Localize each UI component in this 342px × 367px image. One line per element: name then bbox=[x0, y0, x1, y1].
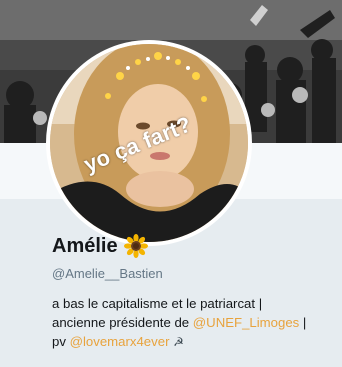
bio-line-2: ancienne présidente de @UNEF_Limoges | bbox=[52, 313, 337, 332]
avatar[interactable]: yo ça fart? bbox=[46, 40, 260, 246]
bio-line-3-text: pv bbox=[52, 334, 70, 349]
profile-name: Amélie bbox=[52, 234, 118, 257]
name-row: Amélie bbox=[52, 234, 148, 258]
profile-handle[interactable]: @Amelie__Bastien bbox=[52, 266, 163, 281]
bio-line-2-text: ancienne présidente de bbox=[52, 315, 193, 330]
bio-line-2-suffix: | bbox=[299, 315, 307, 330]
mention-link-lovemarx[interactable]: @lovemarx4ever bbox=[70, 334, 170, 349]
profile-card: yo ça fart? Amélie @Amelie__Bastien a ba… bbox=[0, 0, 342, 367]
bio-line-3: pv @lovemarx4ever ☭ bbox=[52, 332, 337, 352]
hammer-sickle-icon: ☭ bbox=[173, 335, 184, 349]
profile-bio: a bas le capitalisme et le patriarcat | … bbox=[52, 294, 337, 352]
sunflower-icon bbox=[123, 234, 148, 258]
bio-line-1: a bas le capitalisme et le patriarcat | bbox=[52, 296, 263, 311]
mention-link-unef[interactable]: @UNEF_Limoges bbox=[193, 315, 299, 330]
